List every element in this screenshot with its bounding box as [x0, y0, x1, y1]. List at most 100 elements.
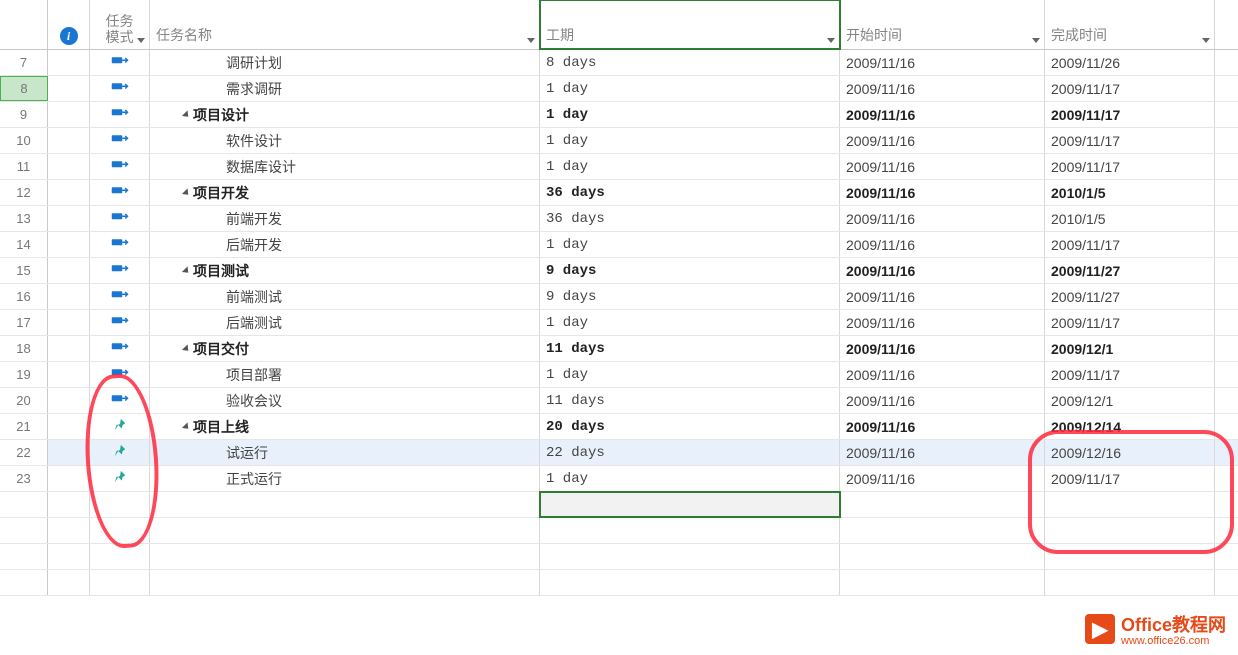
cell-task-mode[interactable] — [90, 76, 150, 101]
cell-info[interactable] — [48, 50, 90, 75]
cell-task-mode[interactable] — [90, 440, 150, 465]
cell-name[interactable] — [150, 492, 540, 517]
cell-mode[interactable] — [90, 492, 150, 517]
cell-info[interactable] — [48, 336, 90, 361]
collapse-icon[interactable] — [182, 110, 191, 119]
cell-duration[interactable]: 1 day — [540, 102, 840, 127]
row-number[interactable]: 13 — [0, 206, 48, 231]
row-number[interactable]: 22 — [0, 440, 48, 465]
cell-duration[interactable]: 9 days — [540, 284, 840, 309]
cell-task-mode[interactable] — [90, 154, 150, 179]
cell-info[interactable] — [48, 466, 90, 491]
cell-duration[interactable]: 8 days — [540, 50, 840, 75]
corner-cell[interactable] — [0, 0, 48, 49]
cell-info[interactable] — [48, 310, 90, 335]
cell-duration[interactable]: 9 days — [540, 258, 840, 283]
cell-start[interactable]: 2009/11/16 — [840, 466, 1045, 491]
cell-task-mode[interactable] — [90, 180, 150, 205]
cell-start[interactable]: 2009/11/16 — [840, 128, 1045, 153]
cell-info[interactable] — [48, 76, 90, 101]
cell-start[interactable]: 2009/11/16 — [840, 154, 1045, 179]
cell-info[interactable] — [48, 388, 90, 413]
cell-task-name[interactable]: 试运行 — [150, 440, 540, 465]
cell-finish[interactable]: 2009/12/16 — [1045, 440, 1215, 465]
header-finish[interactable]: 完成时间 — [1045, 0, 1215, 49]
cell-info[interactable] — [48, 154, 90, 179]
row-number[interactable]: 19 — [0, 362, 48, 387]
cell-start[interactable] — [840, 492, 1045, 517]
cell-task-mode[interactable] — [90, 466, 150, 491]
cell-duration[interactable]: 1 day — [540, 76, 840, 101]
cell-task-name[interactable]: 调研计划 — [150, 50, 540, 75]
row-number[interactable]: 21 — [0, 414, 48, 439]
cell-start[interactable]: 2009/11/16 — [840, 440, 1045, 465]
dropdown-icon[interactable] — [527, 38, 535, 43]
row-number[interactable]: 23 — [0, 466, 48, 491]
cell-duration[interactable]: 1 day — [540, 154, 840, 179]
cell-duration[interactable]: 20 days — [540, 414, 840, 439]
cell-start[interactable]: 2009/11/16 — [840, 206, 1045, 231]
cell-info[interactable] — [48, 102, 90, 127]
cell-task-mode[interactable] — [90, 336, 150, 361]
cell-duration[interactable]: 1 day — [540, 232, 840, 257]
cell-start[interactable]: 2009/11/16 — [840, 102, 1045, 127]
row-number[interactable] — [0, 518, 48, 543]
cell-duration[interactable]: 1 day — [540, 466, 840, 491]
cell-start[interactable]: 2009/11/16 — [840, 362, 1045, 387]
cell-finish[interactable]: 2009/12/1 — [1045, 336, 1215, 361]
cell-start[interactable]: 2009/11/16 — [840, 180, 1045, 205]
row-number[interactable]: 11 — [0, 154, 48, 179]
cell-task-mode[interactable] — [90, 232, 150, 257]
cell-finish[interactable]: 2009/11/17 — [1045, 466, 1215, 491]
cell-info[interactable] — [48, 440, 90, 465]
cell-task-name[interactable]: 项目部署 — [150, 362, 540, 387]
cell-task-mode[interactable] — [90, 206, 150, 231]
cell-duration[interactable]: 1 day — [540, 362, 840, 387]
header-start[interactable]: 开始时间 — [840, 0, 1045, 49]
cell-task-name[interactable]: 数据库设计 — [150, 154, 540, 179]
cell-finish[interactable]: 2009/12/1 — [1045, 388, 1215, 413]
row-number[interactable]: 16 — [0, 284, 48, 309]
cell-task-name[interactable]: 软件设计 — [150, 128, 540, 153]
cell-finish[interactable]: 2009/11/17 — [1045, 102, 1215, 127]
row-number[interactable]: 7 — [0, 50, 48, 75]
cell-finish[interactable]: 2009/11/17 — [1045, 76, 1215, 101]
cell-finish[interactable]: 2009/11/27 — [1045, 258, 1215, 283]
row-number[interactable]: 20 — [0, 388, 48, 413]
cell-task-name[interactable]: 项目开发 — [150, 180, 540, 205]
cell-task-name[interactable]: 项目交付 — [150, 336, 540, 361]
cell-end[interactable] — [1045, 492, 1215, 517]
cell-task-name[interactable]: 项目设计 — [150, 102, 540, 127]
cell-info[interactable] — [48, 232, 90, 257]
cell-finish[interactable]: 2009/11/17 — [1045, 362, 1215, 387]
cell-start[interactable]: 2009/11/16 — [840, 284, 1045, 309]
cell-finish[interactable]: 2010/1/5 — [1045, 180, 1215, 205]
cell-task-name[interactable]: 后端开发 — [150, 232, 540, 257]
cell-task-name[interactable]: 正式运行 — [150, 466, 540, 491]
row-number[interactable]: 9 — [0, 102, 48, 127]
cell-duration[interactable]: 11 days — [540, 388, 840, 413]
cell-duration[interactable]: 22 days — [540, 440, 840, 465]
cell-task-name[interactable]: 前端开发 — [150, 206, 540, 231]
cell-task-name[interactable]: 需求调研 — [150, 76, 540, 101]
cell-info[interactable] — [48, 180, 90, 205]
cell-task-name[interactable]: 后端测试 — [150, 310, 540, 335]
cell-duration[interactable]: 1 day — [540, 128, 840, 153]
row-number[interactable]: 18 — [0, 336, 48, 361]
collapse-icon[interactable] — [182, 344, 191, 353]
cell-finish[interactable]: 2009/11/27 — [1045, 284, 1215, 309]
cell-duration[interactable]: 36 days — [540, 206, 840, 231]
cell-task-name[interactable]: 项目测试 — [150, 258, 540, 283]
cell-task-name[interactable]: 项目上线 — [150, 414, 540, 439]
cell-start[interactable]: 2009/11/16 — [840, 336, 1045, 361]
cell-task-mode[interactable] — [90, 310, 150, 335]
cell-info[interactable] — [48, 284, 90, 309]
cell-start[interactable]: 2009/11/16 — [840, 50, 1045, 75]
row-number[interactable]: 15 — [0, 258, 48, 283]
row-number[interactable]: 12 — [0, 180, 48, 205]
cell-finish[interactable]: 2009/11/26 — [1045, 50, 1215, 75]
header-info[interactable]: i — [48, 0, 90, 49]
cell-finish[interactable]: 2009/11/17 — [1045, 128, 1215, 153]
cell-start[interactable]: 2009/11/16 — [840, 232, 1045, 257]
cell-info[interactable] — [48, 128, 90, 153]
